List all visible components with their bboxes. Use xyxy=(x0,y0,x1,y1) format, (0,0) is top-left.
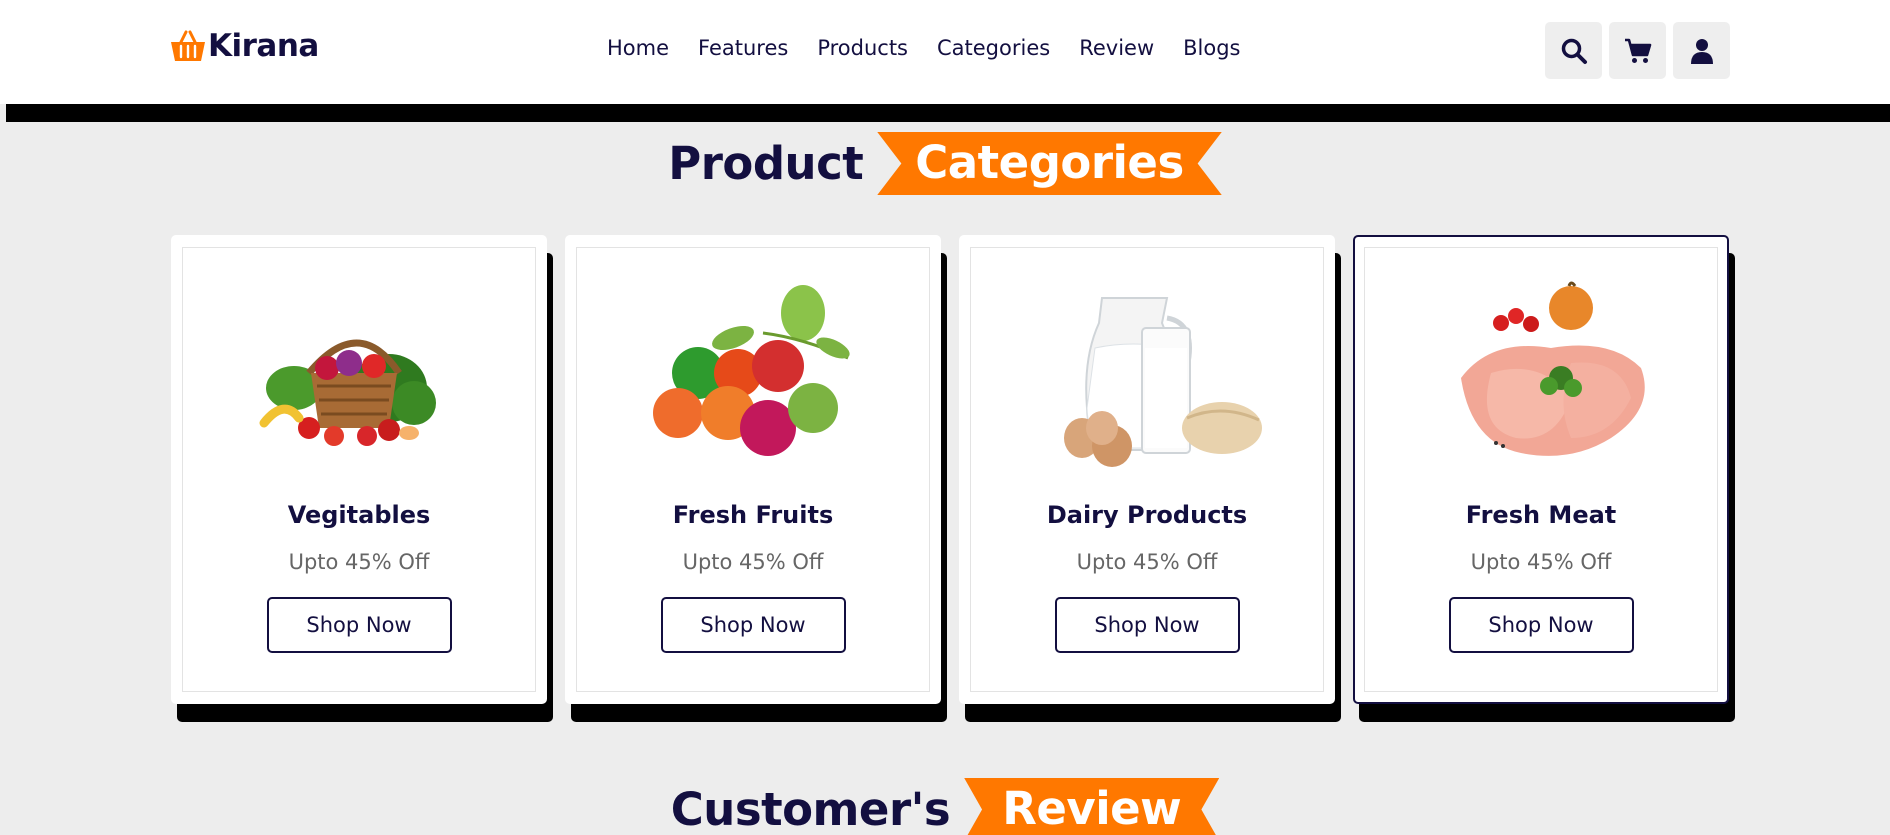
nav-link-products[interactable]: Products xyxy=(817,36,908,60)
category-card-fruits: Fresh Fruits Upto 45% Off Shop Now xyxy=(565,235,947,722)
heading-highlight: Categories xyxy=(877,132,1222,195)
heading-text: Product xyxy=(668,137,864,190)
category-card-vegetables: Vegitables Upto 45% Off Shop Now xyxy=(171,235,553,722)
vegetable-basket-image xyxy=(259,339,436,446)
category-cards: Vegitables Upto 45% Off Shop Now Fresh F… xyxy=(171,235,1735,722)
user-button[interactable] xyxy=(1673,22,1730,79)
search-icon xyxy=(1561,38,1587,64)
nav-link-categories[interactable]: Categories xyxy=(937,36,1050,60)
header-icons xyxy=(1545,22,1730,79)
card-title: Fresh Fruits xyxy=(672,501,834,529)
header-divider xyxy=(6,104,1890,122)
categories-heading: Product Categories xyxy=(0,132,1890,195)
review-heading: Customer's Review xyxy=(0,778,1890,835)
fruits-image xyxy=(653,285,850,456)
card-discount: Upto 45% Off xyxy=(288,550,430,574)
card-title: Dairy Products xyxy=(1046,501,1248,529)
shop-now-button[interactable]: Shop Now xyxy=(1448,597,1634,653)
shop-now-button[interactable]: Shop Now xyxy=(1054,597,1240,653)
nav-link-review[interactable]: Review xyxy=(1079,36,1154,60)
card-discount: Upto 45% Off xyxy=(682,550,824,574)
category-card-meat: Fresh Meat Upto 45% Off Shop Now xyxy=(1353,235,1735,722)
shopping-basket-icon xyxy=(171,30,205,61)
card-discount: Upto 45% Off xyxy=(1470,550,1612,574)
card-title: Fresh Meat xyxy=(1465,501,1617,529)
cart-button[interactable] xyxy=(1609,22,1666,79)
heading-highlight: Review xyxy=(964,778,1220,835)
user-icon xyxy=(1690,38,1713,64)
main-nav: Home Features Products Categories Review… xyxy=(607,36,1241,60)
shop-now-button[interactable]: Shop Now xyxy=(660,597,846,653)
card-title: Vegitables xyxy=(287,501,431,529)
nav-link-home[interactable]: Home xyxy=(607,36,669,60)
nav-link-blogs[interactable]: Blogs xyxy=(1183,36,1240,60)
cart-icon xyxy=(1624,38,1651,63)
heading-text: Customer's xyxy=(670,783,951,835)
dairy-image xyxy=(1064,297,1262,467)
brand-name: Kirana xyxy=(208,28,319,64)
shop-now-button[interactable]: Shop Now xyxy=(266,597,452,653)
site-header: Kirana Home Features Products Categories… xyxy=(0,0,1890,104)
category-card-dairy: Dairy Products Upto 45% Off Shop Now xyxy=(959,235,1341,722)
meat-image xyxy=(1461,281,1645,456)
nav-link-features[interactable]: Features xyxy=(698,36,788,60)
logo[interactable]: Kirana xyxy=(170,28,319,64)
search-button[interactable] xyxy=(1545,22,1602,79)
card-discount: Upto 45% Off xyxy=(1076,550,1218,574)
